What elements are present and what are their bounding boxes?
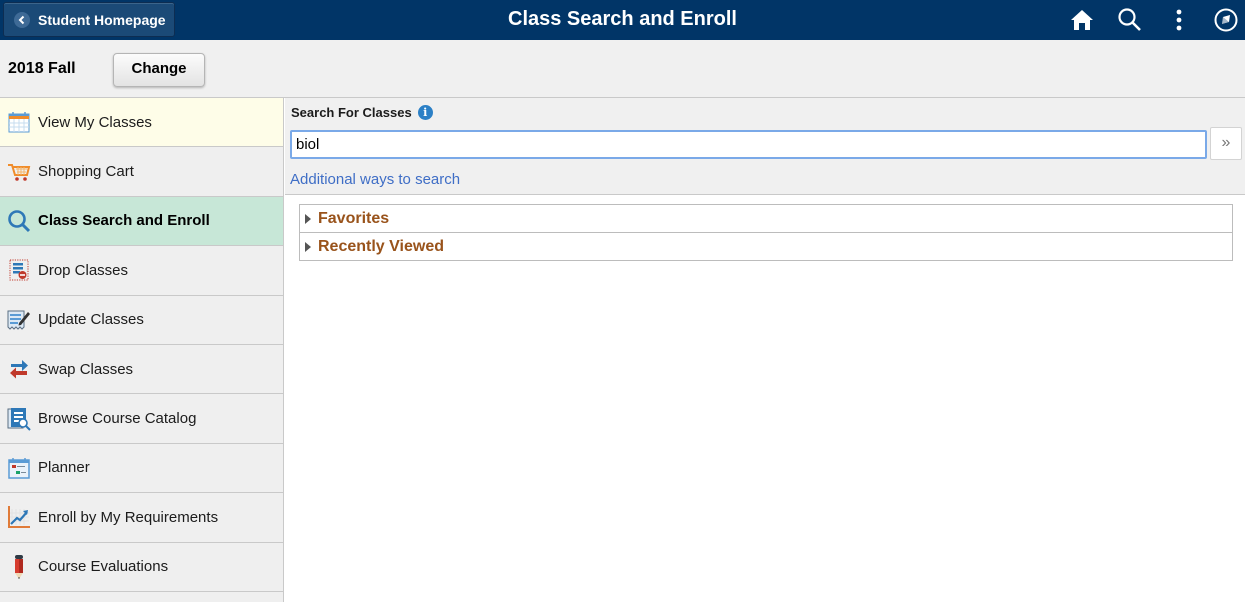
search-label-text: Search For Classes (291, 105, 412, 120)
sidebar-item-browse-course-catalog[interactable]: Browse Course Catalog (0, 394, 283, 444)
pencil-icon (7, 554, 31, 579)
expand-triangle-icon (305, 241, 311, 252)
search-icon[interactable] (1116, 6, 1144, 34)
top-banner: Student Homepage Class Search and Enroll (0, 0, 1245, 40)
page-title: Class Search and Enroll (508, 8, 737, 30)
search-for-classes-input[interactable] (290, 130, 1207, 159)
term-label: 2018 Fall (8, 60, 76, 77)
group-label: Recently Viewed (318, 237, 444, 255)
more-actions-icon[interactable] (1165, 6, 1193, 34)
sidebar-item-label: Browse Course Catalog (38, 410, 197, 428)
swap-arrows-icon (7, 357, 31, 381)
search-for-classes-label: Search For Classes i (291, 105, 433, 120)
favorites-group-header[interactable]: Favorites (299, 204, 1233, 233)
back-to-student-homepage-button[interactable]: Student Homepage (3, 2, 175, 37)
info-icon[interactable]: i (417, 105, 433, 120)
sidebar-item-label: Shopping Cart (38, 163, 134, 181)
sidebar-item-label: Update Classes (38, 311, 144, 329)
sidebar-item-shopping-cart[interactable]: Shopping Cart (0, 147, 283, 197)
search-go-button[interactable]: » (1210, 127, 1242, 160)
search-panel: Search For Classes i » Additional ways t… (285, 98, 1245, 195)
group-label: Favorites (318, 209, 390, 227)
recently-viewed-group-header[interactable]: Recently Viewed (299, 232, 1233, 261)
sidebar-item-enroll-by-my-requirements[interactable]: Enroll by My Requirements (0, 493, 283, 543)
change-term-button[interactable]: Change (113, 53, 205, 87)
edit-document-icon (7, 308, 31, 332)
back-button-label: Student Homepage (38, 11, 166, 28)
catalog-search-icon (7, 407, 31, 431)
sidebar-item-drop-classes[interactable]: Drop Classes (0, 246, 283, 296)
term-bar: 2018 Fall Change (0, 40, 1245, 98)
sidebar-item-label: Drop Classes (38, 261, 129, 279)
sidebar-item-course-evaluations[interactable]: Course Evaluations (0, 543, 283, 592)
sidebar-item-view-my-classes[interactable]: View My Classes (0, 98, 283, 148)
sidebar-item-label: Enroll by My Requirements (38, 508, 219, 526)
sidebar-item-label: View My Classes (38, 113, 152, 131)
sidebar-item-planner[interactable]: Planner (0, 444, 283, 494)
drop-list-icon (7, 258, 31, 282)
sidebar-item-label: Class Search and Enroll (38, 212, 210, 230)
sidebar-item-class-search-and-enroll[interactable]: Class Search and Enroll (0, 196, 283, 247)
sidebar-item-label: Swap Classes (38, 360, 134, 378)
magnifier-icon (7, 209, 31, 233)
home-icon[interactable] (1068, 6, 1096, 34)
expand-triangle-icon (305, 213, 311, 224)
additional-ways-to-search-link[interactable]: Additional ways to search (290, 171, 460, 188)
navbar-compass-icon[interactable] (1212, 6, 1240, 34)
growth-chart-icon (7, 505, 31, 529)
chevron-left-icon (14, 11, 30, 28)
sidebar-item-update-classes[interactable]: Update Classes (0, 296, 283, 345)
sidebar-item-swap-classes[interactable]: Swap Classes (0, 345, 283, 395)
calendar-icon (7, 110, 31, 134)
main-content: Search For Classes i » Additional ways t… (285, 98, 1245, 602)
planner-calendar-icon (7, 456, 31, 480)
sidebar-nav: View My Classes Shopping Cart Class Sear… (0, 98, 284, 602)
shopping-cart-icon (7, 160, 31, 184)
sidebar-item-label: Course Evaluations (38, 558, 169, 576)
sidebar-item-label: Planner (38, 459, 90, 477)
